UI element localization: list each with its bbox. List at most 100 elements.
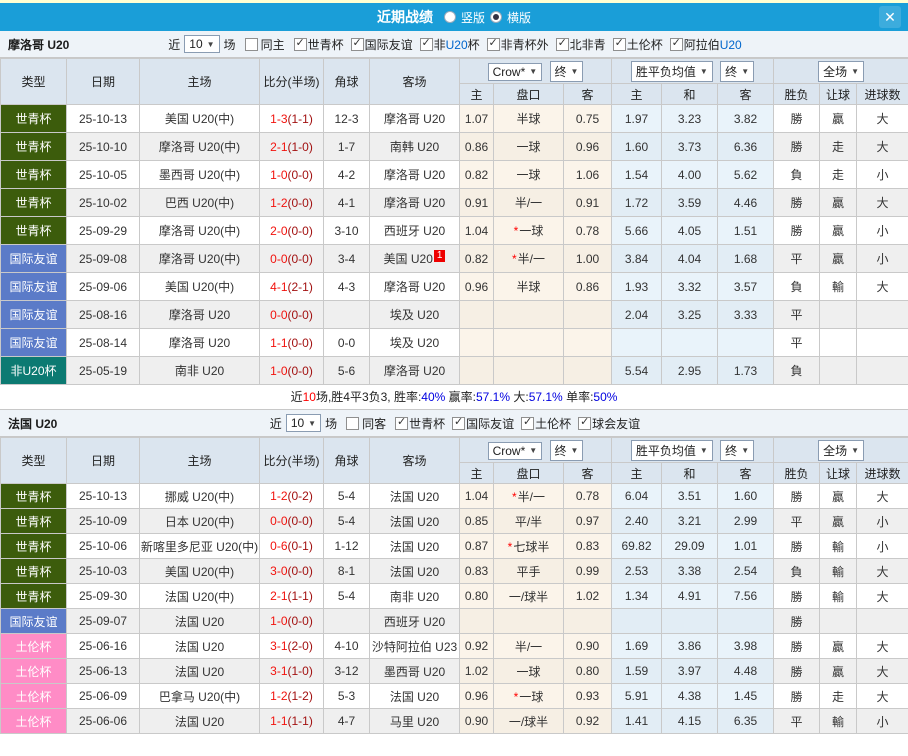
odds-source-select[interactable]: Crow*▼ (488, 63, 543, 81)
home-team: 法国 U20 (140, 709, 260, 734)
league-checkbox[interactable]: ✓ (613, 38, 626, 51)
match-score: 3-1(1-0) (260, 659, 324, 684)
check-icon: ✓ (523, 417, 532, 428)
league-checkbox[interactable]: ✓ (395, 417, 408, 430)
result-wdl: 勝 (774, 189, 820, 217)
league-label-part: 世青杯 (308, 38, 344, 52)
avg-source-select[interactable]: 胜平负均值▼ (631, 440, 713, 461)
home-team: 巴拿马 U20(中) (140, 684, 260, 709)
full-match-value: 全场 (823, 63, 847, 80)
home-team: 美国 U20(中) (140, 105, 260, 133)
match-score: 1-2(0-2) (260, 484, 324, 509)
home-team: 墨西哥 U20(中) (140, 161, 260, 189)
match-score: 1-0(0-0) (260, 357, 324, 385)
summary-row: 近10场,胜4平3负3, 胜率:40% 赢率:57.1% 大:57.1% 单率:… (0, 385, 908, 410)
league-badge: 世青杯 (1, 534, 67, 559)
odds-home (460, 609, 494, 634)
league-checkbox[interactable]: ✓ (670, 38, 683, 51)
league-checkbox[interactable]: ✓ (294, 38, 307, 51)
league-checkbox[interactable]: ✓ (351, 38, 364, 51)
summary-part: 赢率: (445, 390, 476, 404)
near-label: 近 (168, 36, 180, 53)
avg-home: 5.66 (612, 217, 662, 245)
match-date: 25-10-06 (67, 534, 140, 559)
match-date: 25-09-08 (67, 245, 140, 273)
result-handicap: 走 (820, 684, 857, 709)
same-side-checkbox[interactable] (346, 417, 359, 430)
avg-source-value: 胜平负均值 (636, 442, 696, 459)
avg-source-select[interactable]: 胜平负均值▼ (631, 61, 713, 82)
check-icon: ✓ (580, 417, 589, 428)
away-team-name: 法国 U20 (390, 490, 439, 504)
vertical-layout-radio[interactable] (444, 11, 456, 23)
league-label-part: U20 (720, 38, 742, 52)
result-handicap: 贏 (820, 189, 857, 217)
league-badge: 国际友谊 (1, 273, 67, 301)
games-count-select[interactable]: 10▼ (286, 414, 321, 432)
result-goals: 大 (857, 684, 908, 709)
corner-count: 3-4 (324, 245, 370, 273)
same-side-checkbox[interactable] (245, 38, 258, 51)
result-goals: 小 (857, 217, 908, 245)
close-button[interactable]: ✕ (879, 6, 901, 28)
odds-home: 1.04 (460, 484, 494, 509)
fulltime-score: 0-0 (270, 308, 287, 322)
horizontal-layout-label: 横版 (507, 9, 531, 26)
avg-draw: 4.38 (662, 684, 718, 709)
avg-draw: 3.25 (662, 301, 718, 329)
fulltime-score: 3-1 (270, 664, 287, 678)
league-label: 北非青 (570, 36, 606, 53)
league-checkbox[interactable]: ✓ (556, 38, 569, 51)
avg-final-select[interactable]: 终▼ (720, 61, 754, 82)
fulltime-score: 1-2 (270, 689, 287, 703)
avg-final-select[interactable]: 终▼ (720, 440, 754, 461)
result-goals: 小 (857, 534, 908, 559)
odds-final-select[interactable]: 终▼ (550, 440, 584, 461)
avg-away: 1.45 (718, 684, 774, 709)
games-count-select[interactable]: 10▼ (184, 35, 219, 53)
full-match-select[interactable]: 全场▼ (818, 61, 864, 82)
fulltime-score: 2-1 (270, 140, 287, 154)
league-checkbox[interactable]: ✓ (452, 417, 465, 430)
odds-final-select[interactable]: 终▼ (550, 61, 584, 82)
league-checkbox[interactable]: ✓ (487, 38, 500, 51)
away-team-name: 墨西哥 U20 (384, 665, 445, 679)
result-handicap: 贏 (820, 659, 857, 684)
league-checkbox[interactable]: ✓ (578, 417, 591, 430)
result-wdl: 平 (774, 245, 820, 273)
col-away: 客场 (370, 59, 460, 105)
away-team: 西班牙 U20 (370, 609, 460, 634)
avg-home: 5.91 (612, 684, 662, 709)
odds-source-select[interactable]: Crow*▼ (488, 442, 543, 460)
match-row: 土伦杯25-06-09巴拿马 U20(中)1-2(1-2)5-3法国 U200.… (1, 684, 908, 709)
match-date: 25-08-16 (67, 301, 140, 329)
league-checkbox[interactable]: ✓ (420, 38, 433, 51)
halftime-score: (1-2) (288, 689, 313, 703)
away-team: 法国 U20 (370, 559, 460, 584)
col-date: 日期 (67, 59, 140, 105)
odds-away (564, 329, 612, 357)
home-team: 日本 U20(中) (140, 509, 260, 534)
handicap-line (494, 609, 564, 634)
avg-home: 1.60 (612, 133, 662, 161)
full-match-select[interactable]: 全场▼ (818, 440, 864, 461)
col-score: 比分(半场) (260, 438, 324, 484)
league-badge: 世青杯 (1, 161, 67, 189)
away-team: 沙特阿拉伯 U23 (370, 634, 460, 659)
line-text: 一/球半 (509, 715, 548, 729)
horizontal-layout-radio[interactable] (490, 11, 502, 23)
match-date: 25-10-09 (67, 509, 140, 534)
result-wdl: 負 (774, 161, 820, 189)
recent-records-panel: 近期战绩 竖版 横版 ✕ 摩洛哥 U20 近10▼场同主✓世青杯✓国际友谊✓非U… (0, 0, 908, 756)
league-label-part: 国际友谊 (365, 38, 413, 52)
odds-home: 0.87 (460, 534, 494, 559)
full-group-header: 全场▼ (774, 59, 908, 84)
league-checkbox[interactable]: ✓ (521, 417, 534, 430)
avg-group-header: 胜平负均值▼ 终▼ (612, 438, 774, 463)
fulltime-score: 4-1 (270, 280, 287, 294)
handicap-line: 半球 (494, 273, 564, 301)
league-label-part: 土伦杯 (535, 417, 571, 431)
line-text: 半球 (516, 112, 540, 126)
home-team: 摩洛哥 U20 (140, 301, 260, 329)
fulltime-score: 1-3 (270, 112, 287, 126)
